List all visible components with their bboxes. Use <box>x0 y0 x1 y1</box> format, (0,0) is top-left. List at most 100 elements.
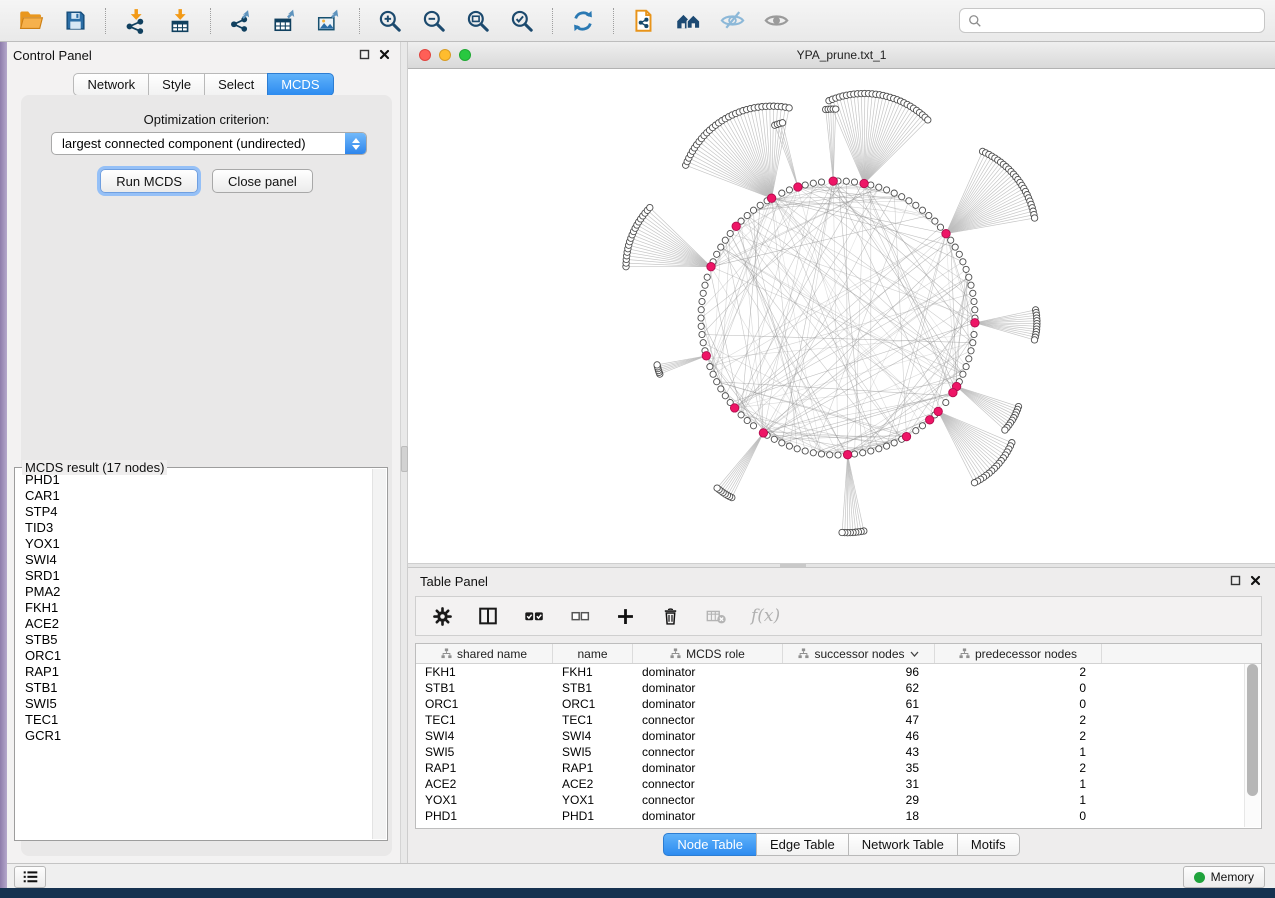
export-table-button[interactable] <box>264 4 306 38</box>
network-window-titlebar[interactable]: YPA_prune.txt_1 <box>408 42 1275 69</box>
result-list-item[interactable]: RAP1 <box>25 664 371 680</box>
table-cell[interactable]: STB1 <box>416 681 553 695</box>
table-cell[interactable]: PHD1 <box>553 809 633 823</box>
column-header-shared-name[interactable]: shared name <box>416 644 553 663</box>
table-cell[interactable]: 35 <box>783 761 935 775</box>
splitter-handle[interactable] <box>401 446 408 472</box>
table-cell[interactable]: STB1 <box>553 681 633 695</box>
result-list-item[interactable]: TEC1 <box>25 712 371 728</box>
export-network-button[interactable] <box>220 4 262 38</box>
splitter-handle[interactable] <box>780 564 806 567</box>
import-network-button[interactable] <box>115 4 157 38</box>
tab-network-table[interactable]: Network Table <box>848 833 958 856</box>
mcds-result-list[interactable]: PHD1CAR1STP4TID3YOX1SWI4SRD1PMA2FKH1ACE2… <box>17 472 371 838</box>
table-cell[interactable]: 2 <box>935 729 1102 743</box>
zoom-in-button[interactable] <box>369 4 411 38</box>
result-list-item[interactable]: ORC1 <box>25 648 371 664</box>
column-header-name[interactable]: name <box>553 644 633 663</box>
import-table-button[interactable] <box>159 4 201 38</box>
result-list-item[interactable]: GCR1 <box>25 728 371 744</box>
result-list-item[interactable]: ACE2 <box>25 616 371 632</box>
table-cell[interactable]: 2 <box>935 665 1102 679</box>
table-row[interactable]: ORC1ORC1dominator610 <box>416 696 1261 712</box>
tab-select[interactable]: Select <box>204 73 268 96</box>
table-row[interactable]: TEC1TEC1connector472 <box>416 712 1261 728</box>
table-cell[interactable]: dominator <box>633 681 783 695</box>
network-graph-canvas[interactable] <box>408 68 1275 563</box>
table-row[interactable]: RAP1RAP1dominator352 <box>416 760 1261 776</box>
export-image-button[interactable] <box>308 4 350 38</box>
table-cell[interactable]: 1 <box>935 777 1102 791</box>
tab-node-table[interactable]: Node Table <box>663 833 757 856</box>
float-panel-icon[interactable] <box>359 49 370 60</box>
table-cell[interactable]: connector <box>633 745 783 759</box>
table-cell[interactable]: 0 <box>935 697 1102 711</box>
minimize-window-icon[interactable] <box>439 49 451 61</box>
table-cell[interactable]: SWI4 <box>416 729 553 743</box>
criterion-dropdown[interactable]: largest connected component (undirected) <box>51 132 367 155</box>
toggle-column-view-icon[interactable] <box>477 605 499 627</box>
result-list-item[interactable]: STB1 <box>25 680 371 696</box>
result-list-scrollbar[interactable] <box>372 469 386 839</box>
table-cell[interactable]: 2 <box>935 761 1102 775</box>
close-panel-button[interactable]: Close panel <box>212 169 313 193</box>
table-cell[interactable]: connector <box>633 777 783 791</box>
tab-motifs[interactable]: Motifs <box>957 833 1020 856</box>
table-row[interactable]: SWI4SWI4dominator462 <box>416 728 1261 744</box>
maximize-window-icon[interactable] <box>459 49 471 61</box>
table-cell[interactable]: dominator <box>633 761 783 775</box>
table-cell[interactable]: ACE2 <box>416 777 553 791</box>
column-header-MCDS-role[interactable]: MCDS role <box>633 644 783 663</box>
result-list-item[interactable]: STB5 <box>25 632 371 648</box>
table-cell[interactable]: 96 <box>783 665 935 679</box>
table-cell[interactable]: dominator <box>633 729 783 743</box>
open-file-button[interactable] <box>10 4 52 38</box>
table-row[interactable]: SWI5SWI5connector431 <box>416 744 1261 760</box>
table-cell[interactable]: 29 <box>783 793 935 807</box>
table-cell[interactable]: 43 <box>783 745 935 759</box>
close-panel-icon[interactable] <box>1250 575 1261 586</box>
table-row[interactable]: YOX1YOX1connector291 <box>416 792 1261 808</box>
run-mcds-button[interactable]: Run MCDS <box>100 169 198 193</box>
memory-button[interactable]: Memory <box>1183 866 1265 888</box>
result-list-item[interactable]: SWI4 <box>25 552 371 568</box>
table-row[interactable]: FKH1FKH1dominator962 <box>416 664 1261 680</box>
first-neighbors-button[interactable] <box>667 4 709 38</box>
table-cell[interactable]: 62 <box>783 681 935 695</box>
vertical-splitter[interactable] <box>400 42 408 863</box>
result-list-item[interactable]: FKH1 <box>25 600 371 616</box>
select-all-rows-icon[interactable] <box>523 605 545 627</box>
table-row[interactable]: ACE2ACE2connector311 <box>416 776 1261 792</box>
table-cell[interactable]: dominator <box>633 809 783 823</box>
table-cell[interactable]: YOX1 <box>553 793 633 807</box>
table-cell[interactable]: TEC1 <box>416 713 553 727</box>
tab-network[interactable]: Network <box>73 73 149 96</box>
result-list-item[interactable]: CAR1 <box>25 488 371 504</box>
table-cell[interactable]: 18 <box>783 809 935 823</box>
zoom-selected-button[interactable] <box>501 4 543 38</box>
table-cell[interactable]: SWI5 <box>553 745 633 759</box>
table-cell[interactable]: SWI4 <box>553 729 633 743</box>
tab-edge-table[interactable]: Edge Table <box>756 833 849 856</box>
table-cell[interactable]: PHD1 <box>416 809 553 823</box>
table-cell[interactable]: YOX1 <box>416 793 553 807</box>
table-cell[interactable]: 47 <box>783 713 935 727</box>
table-cell[interactable]: 61 <box>783 697 935 711</box>
result-list-item[interactable]: TID3 <box>25 520 371 536</box>
table-cell[interactable]: 1 <box>935 745 1102 759</box>
task-history-button[interactable] <box>14 866 46 888</box>
zoom-fit-button[interactable] <box>457 4 499 38</box>
result-list-item[interactable]: SRD1 <box>25 568 371 584</box>
delete-column-icon[interactable] <box>660 606 681 627</box>
table-cell[interactable]: SWI5 <box>416 745 553 759</box>
table-cell[interactable]: 46 <box>783 729 935 743</box>
tab-mcds[interactable]: MCDS <box>267 73 333 96</box>
save-session-button[interactable] <box>54 4 96 38</box>
table-cell[interactable]: dominator <box>633 697 783 711</box>
float-panel-icon[interactable] <box>1230 575 1241 586</box>
close-window-icon[interactable] <box>419 49 431 61</box>
table-cell[interactable]: FKH1 <box>416 665 553 679</box>
table-cell[interactable]: connector <box>633 713 783 727</box>
table-cell[interactable]: RAP1 <box>416 761 553 775</box>
show-all-button[interactable] <box>755 4 797 38</box>
